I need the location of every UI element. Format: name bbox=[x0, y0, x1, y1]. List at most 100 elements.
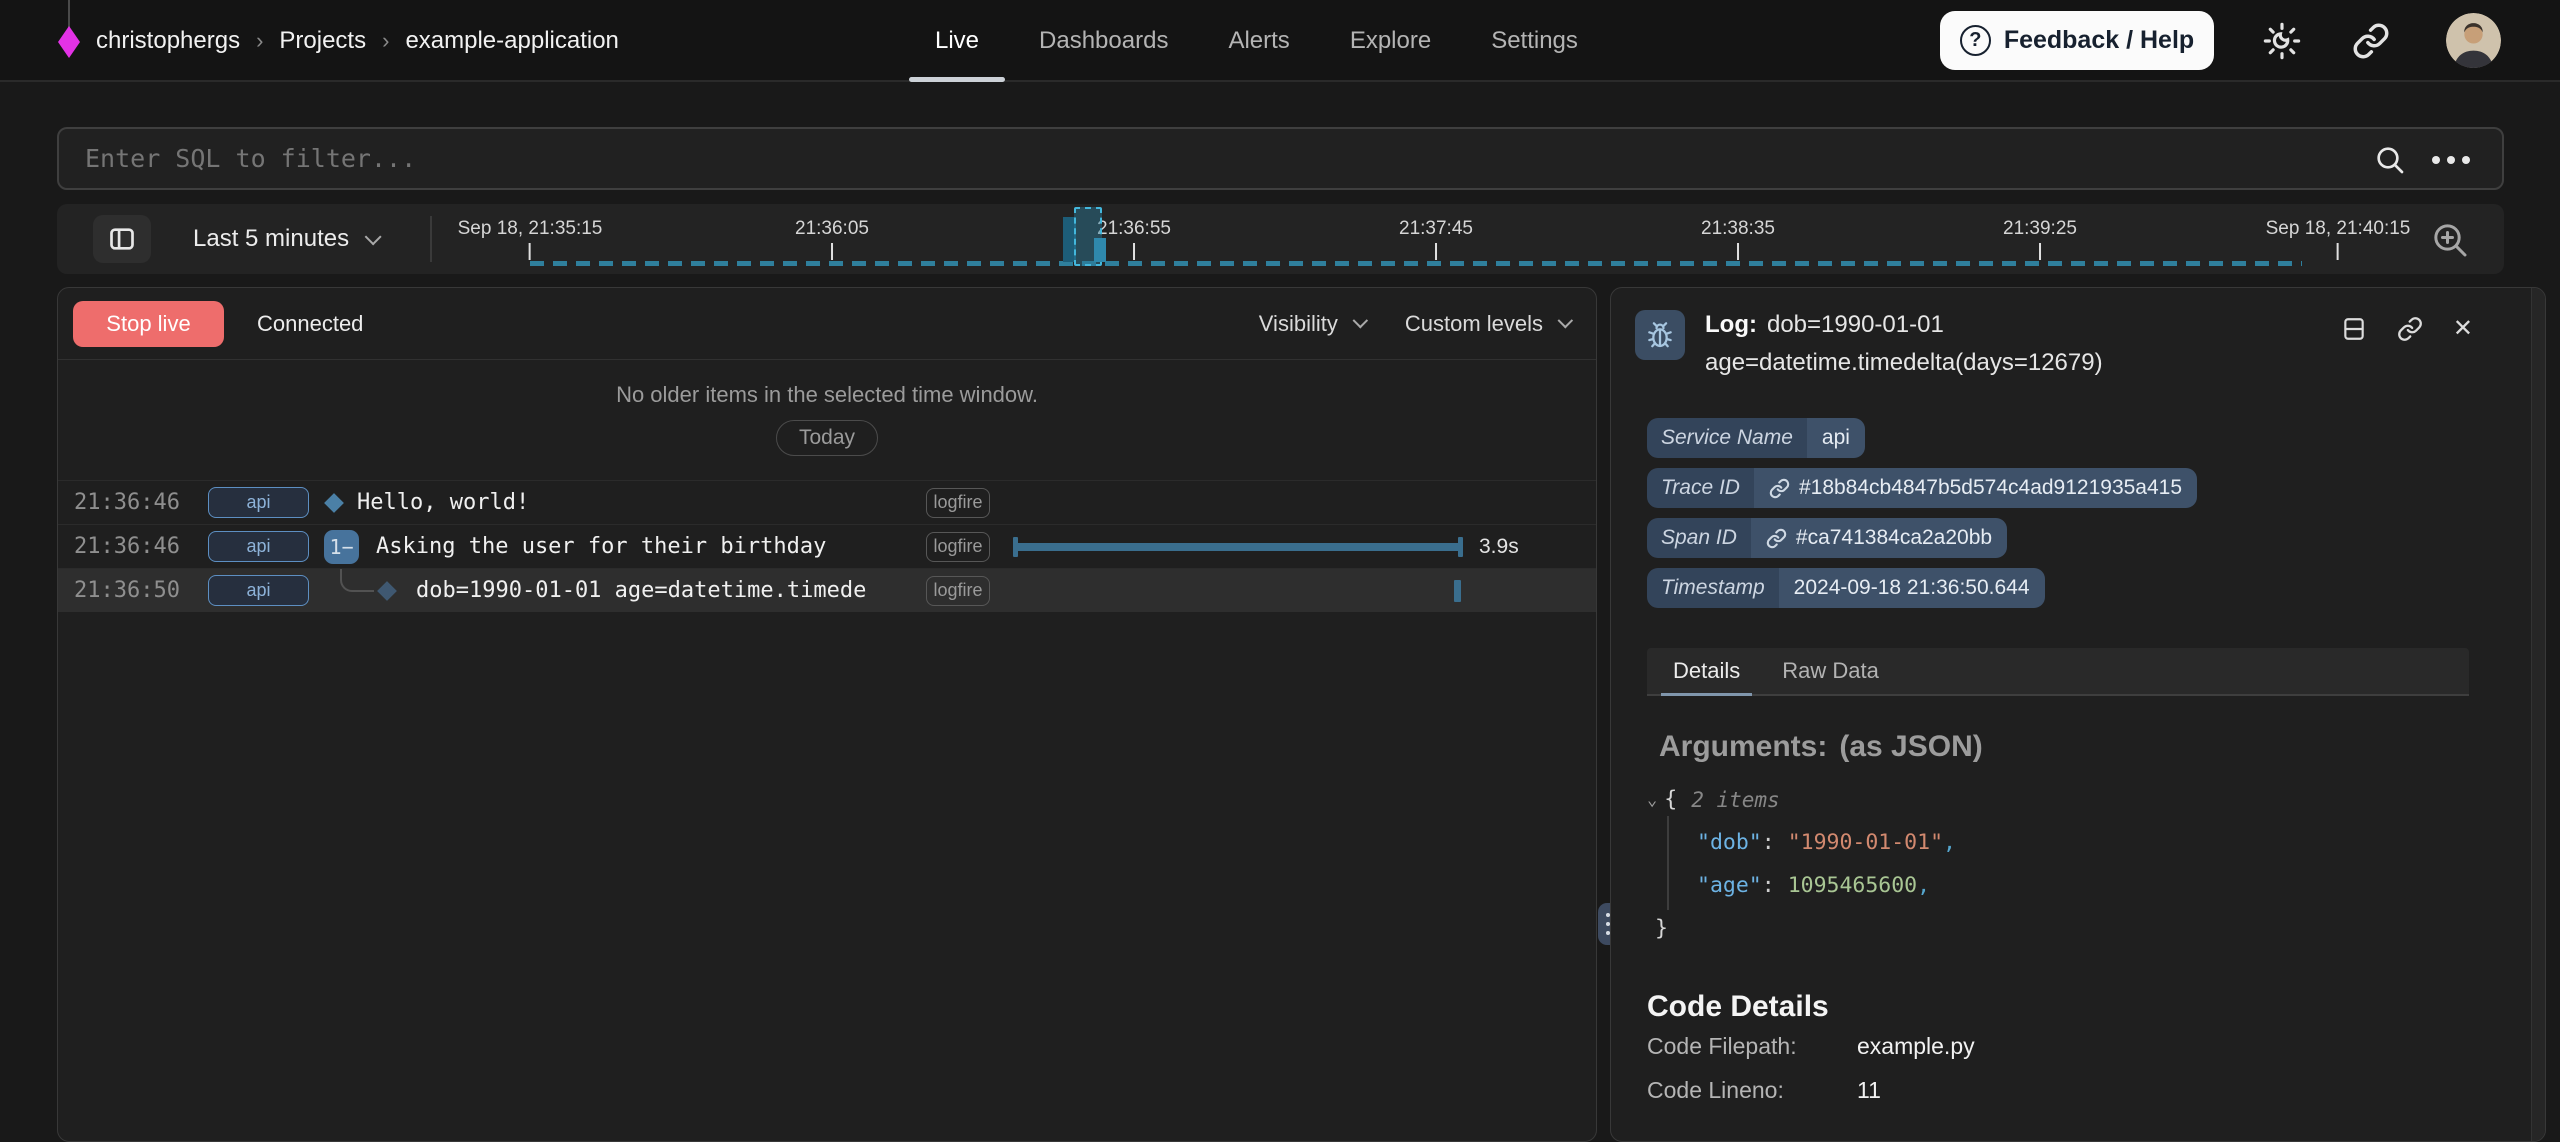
timeline-activity-bar[interactable] bbox=[1094, 238, 1106, 262]
json-entry: "dob":"1990-01-01", bbox=[1647, 821, 2469, 864]
feedback-help-button[interactable]: ? Feedback / Help bbox=[1940, 11, 2214, 70]
tab-details[interactable]: Details bbox=[1661, 648, 1752, 694]
share-link-icon[interactable] bbox=[2352, 22, 2390, 60]
timeline-divider bbox=[430, 216, 432, 262]
logfire-tag[interactable]: logfire bbox=[926, 488, 990, 518]
span-duration-label: 3.9s bbox=[1479, 525, 1519, 569]
details-title: Log:dob=1990-01-01 age=datetime.timedelt… bbox=[1705, 306, 2265, 382]
span-collapse-toggle[interactable]: 1− bbox=[324, 530, 359, 564]
breadcrumb-project-name[interactable]: example-application bbox=[405, 27, 618, 55]
timestamp-attribute[interactable]: Timestamp 2024-09-18 21:36:50.644 bbox=[1647, 568, 2045, 608]
chevron-down-icon bbox=[365, 228, 382, 245]
service-badge[interactable]: api bbox=[208, 487, 309, 518]
log-message: dob=1990-01-01 age=datetime.timede bbox=[416, 569, 866, 613]
no-older-items-message: No older items in the selected time wind… bbox=[58, 360, 1596, 408]
span-duration-tick bbox=[1454, 580, 1461, 602]
json-indent-guide bbox=[1667, 816, 1669, 910]
sidebar-toggle-icon[interactable] bbox=[93, 215, 151, 263]
timeline-tick: Sep 18, 21:35:15 bbox=[458, 218, 603, 260]
logo-diamond-icon bbox=[58, 26, 80, 58]
help-icon: ? bbox=[1960, 25, 1991, 56]
sql-filter-bar bbox=[57, 127, 2504, 190]
tab-alerts[interactable]: Alerts bbox=[1198, 0, 1319, 82]
close-icon[interactable]: ✕ bbox=[2453, 316, 2473, 342]
copy-link-icon[interactable] bbox=[2397, 316, 2423, 342]
logfire-tag[interactable]: logfire bbox=[926, 576, 990, 606]
json-entry: "age":1095465600, bbox=[1647, 864, 2469, 907]
stop-live-button[interactable]: Stop live bbox=[73, 301, 224, 347]
tab-raw-data[interactable]: Raw Data bbox=[1770, 648, 1891, 694]
code-details-heading: Code Details bbox=[1647, 990, 2469, 1024]
tab-dashboards[interactable]: Dashboards bbox=[1009, 0, 1198, 82]
logfire-tag[interactable]: logfire bbox=[926, 532, 990, 562]
details-title-prefix: Log: bbox=[1705, 311, 1757, 338]
log-row[interactable]: 21:36:46 api 1− Asking the user for thei… bbox=[58, 524, 1596, 568]
link-icon bbox=[1769, 478, 1790, 499]
details-scrollbar[interactable] bbox=[2531, 288, 2545, 1141]
main-nav-tabs: Live Dashboards Alerts Explore Settings bbox=[905, 0, 1608, 82]
breadcrumb-separator: › bbox=[382, 28, 389, 54]
breadcrumb-projects[interactable]: Projects bbox=[279, 27, 366, 55]
timeline-tick: 21:37:45 bbox=[1399, 218, 1473, 260]
live-log-panel: Stop live Connected Visibility Custom le… bbox=[57, 287, 1597, 1142]
span-id-attribute[interactable]: Span ID #ca741384ca2a20bb bbox=[1647, 518, 2007, 558]
logfire-logo[interactable] bbox=[58, 26, 80, 58]
custom-levels-dropdown[interactable]: Custom levels bbox=[1405, 311, 1568, 337]
theme-toggle-icon[interactable] bbox=[2263, 22, 2301, 60]
chevron-down-icon bbox=[1558, 313, 1574, 329]
empty-history-zone: No older items in the selected time wind… bbox=[58, 360, 1596, 480]
service-badge[interactable]: api bbox=[208, 531, 309, 562]
json-open-line[interactable]: ⌄{2 items bbox=[1647, 778, 2469, 821]
top-nav-bar: christophergs › Projects › example-appli… bbox=[0, 0, 2560, 82]
log-timestamp: 21:36:50 bbox=[74, 569, 180, 613]
timeline-activity-baseline[interactable] bbox=[530, 261, 2302, 266]
json-items-count: 2 items bbox=[1691, 788, 1780, 812]
today-button[interactable]: Today bbox=[776, 420, 878, 456]
more-options-icon[interactable] bbox=[2432, 156, 2470, 164]
collapse-icon[interactable]: ⌄ bbox=[1647, 790, 1657, 810]
log-timestamp: 21:36:46 bbox=[74, 525, 180, 569]
live-panel-header: Stop live Connected Visibility Custom le… bbox=[58, 288, 1596, 360]
search-icon[interactable] bbox=[2374, 144, 2406, 176]
log-row[interactable]: 21:36:46 api Hello, world! logfire bbox=[58, 480, 1596, 524]
visibility-dropdown[interactable]: Visibility bbox=[1259, 311, 1363, 337]
timeline-bar: Last 5 minutes Sep 18, 21:35:15 21:36:05… bbox=[57, 204, 2504, 274]
log-message: Asking the user for their birthday bbox=[376, 525, 826, 569]
breadcrumb: christophergs › Projects › example-appli… bbox=[96, 0, 619, 82]
connection-status: Connected bbox=[257, 311, 363, 337]
log-level-diamond-icon bbox=[377, 581, 397, 601]
log-details-panel: Log:dob=1990-01-01 age=datetime.timedelt… bbox=[1610, 287, 2546, 1142]
tab-explore[interactable]: Explore bbox=[1320, 0, 1461, 82]
chevron-down-icon bbox=[1352, 313, 1368, 329]
log-row-selected[interactable]: 21:36:50 api dob=1990-01-01 age=datetime… bbox=[58, 568, 1596, 612]
log-level-diamond-icon bbox=[324, 493, 344, 513]
json-viewer: ⌄{2 items "dob":"1990-01-01", "age":1095… bbox=[1647, 778, 2469, 950]
tab-live[interactable]: Live bbox=[905, 0, 1009, 82]
debug-bug-icon bbox=[1635, 310, 1685, 360]
tree-connector bbox=[340, 569, 374, 592]
timeline-tick: 21:39:25 bbox=[2003, 218, 2077, 260]
timeline-tick: 21:36:05 bbox=[795, 218, 869, 260]
span-duration-bar bbox=[1013, 543, 1463, 551]
timeline-tick: 21:36:55 bbox=[1097, 218, 1171, 260]
sql-filter-input[interactable] bbox=[85, 129, 2365, 188]
trace-id-attribute[interactable]: Trace ID #18b84cb4847b5d574c4ad9121935a4… bbox=[1647, 468, 2197, 508]
log-timestamp: 21:36:46 bbox=[74, 481, 180, 525]
tab-settings[interactable]: Settings bbox=[1461, 0, 1608, 82]
service-name-attribute[interactable]: Service Name api bbox=[1647, 418, 1865, 458]
details-tab-bar: Details Raw Data bbox=[1647, 648, 2469, 696]
log-message: Hello, world! bbox=[357, 481, 529, 525]
service-badge[interactable]: api bbox=[208, 575, 309, 606]
logo-needle bbox=[68, 0, 70, 28]
time-range-selector[interactable]: Last 5 minutes bbox=[193, 204, 377, 274]
zoom-in-icon[interactable] bbox=[2430, 220, 2470, 260]
code-filepath-row: Code Filepath: example.py bbox=[1647, 1024, 2469, 1068]
timeline-tick: 21:38:35 bbox=[1701, 218, 1775, 260]
arguments-heading: Arguments:(as JSON) bbox=[1647, 730, 2469, 764]
user-avatar[interactable] bbox=[2446, 13, 2501, 68]
breadcrumb-org[interactable]: christophergs bbox=[96, 27, 240, 55]
code-lineno-row: Code Lineno: 11 bbox=[1647, 1068, 2469, 1112]
split-view-icon[interactable] bbox=[2341, 316, 2367, 342]
breadcrumb-separator: › bbox=[256, 28, 263, 54]
link-icon bbox=[1766, 528, 1787, 549]
